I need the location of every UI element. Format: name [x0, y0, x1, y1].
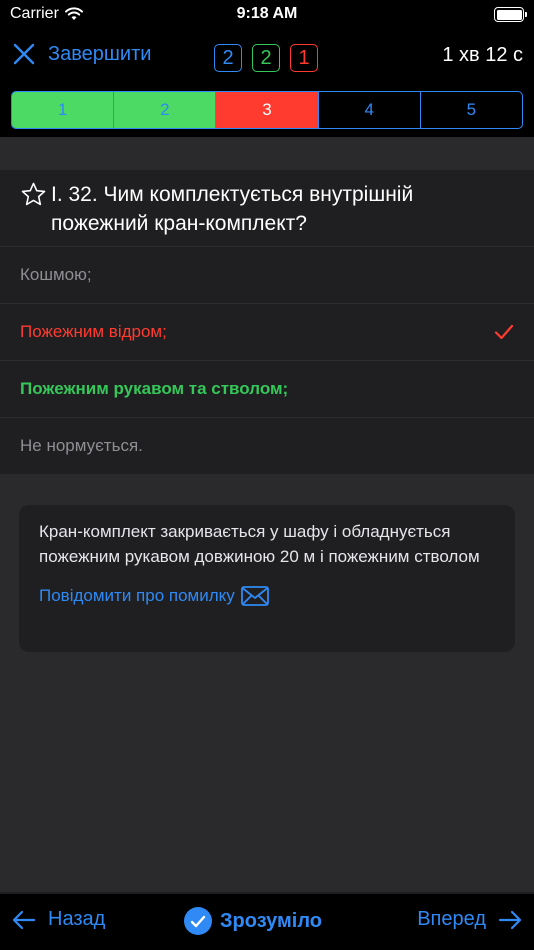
answer-text: Пожежним рукавом та стволом; — [20, 379, 289, 398]
answer-option-4[interactable]: Не нормується. — [0, 417, 534, 474]
back-button[interactable]: Назад — [12, 908, 105, 931]
explanation-card: Кран-комплект закривається у шафу і обла… — [19, 505, 515, 652]
understood-label: Зрозуміло — [220, 909, 323, 932]
status-time: 9:18 AM — [236, 5, 298, 22]
understood-button[interactable]: Зрозуміло — [184, 907, 322, 935]
nav-bar: Завершити 2 2 1 1 хв 12 с — [0, 30, 534, 85]
progress-segment-4[interactable]: 4 — [319, 92, 421, 128]
answered-counter: 2 — [214, 44, 242, 72]
explanation-section: Кран-комплект закривається у шафу і обла… — [0, 474, 534, 892]
section-spacer — [0, 137, 534, 170]
answer-option-1[interactable]: Кошмою; — [0, 246, 534, 303]
answer-text: Кошмою; — [20, 265, 92, 284]
close-icon — [13, 43, 35, 65]
battery-icon — [494, 7, 527, 22]
finish-label: Завершити — [48, 42, 152, 65]
question-text: І. 32. Чим комплектується внутрішній пож… — [51, 183, 414, 235]
question-progress: 1 2 3 4 5 — [0, 85, 534, 137]
answer-text: Не нормується. — [20, 436, 143, 455]
star-icon[interactable] — [20, 181, 47, 208]
progress-segment-1[interactable]: 1 — [12, 92, 115, 128]
finish-button[interactable]: Завершити — [12, 42, 151, 66]
correct-counter: 2 — [252, 44, 280, 72]
wrong-counter: 1 — [290, 44, 318, 72]
next-label: Вперед — [417, 908, 486, 930]
checkmark-icon — [494, 324, 514, 340]
explanation-text: Кран-комплект закривається у шафу і обла… — [39, 522, 480, 566]
question-title: І. 32. Чим комплектується внутрішній пож… — [0, 170, 534, 246]
progress-segment-5[interactable]: 5 — [421, 92, 522, 128]
question-card: І. 32. Чим комплектується внутрішній пож… — [0, 170, 534, 474]
answer-text: Пожежним відром; — [20, 322, 167, 341]
envelope-icon — [240, 586, 269, 606]
back-label: Назад — [48, 908, 106, 930]
score-counters: 2 2 1 — [214, 44, 318, 72]
answer-option-2[interactable]: Пожежним відром; — [0, 303, 534, 360]
report-error-link[interactable]: Повідомити про помилку — [39, 586, 495, 606]
progress-segment-2[interactable]: 2 — [114, 92, 217, 128]
answer-option-3[interactable]: Пожежним рукавом та стволом; — [0, 360, 534, 417]
timer: 1 хв 12 с — [442, 44, 523, 66]
bottom-toolbar: Назад Зрозуміло Вперед — [0, 893, 534, 950]
status-bar: Carrier 9:18 AM — [0, 0, 534, 30]
progress-segment-3[interactable]: 3 — [216, 92, 319, 128]
arrow-right-icon — [498, 910, 522, 929]
report-error-label: Повідомити про помилку — [39, 586, 235, 605]
arrow-left-icon — [12, 910, 36, 929]
progress-segments: 1 2 3 4 5 — [11, 91, 523, 129]
next-button[interactable]: Вперед — [417, 908, 522, 931]
checkmark-circle-icon — [184, 907, 212, 935]
